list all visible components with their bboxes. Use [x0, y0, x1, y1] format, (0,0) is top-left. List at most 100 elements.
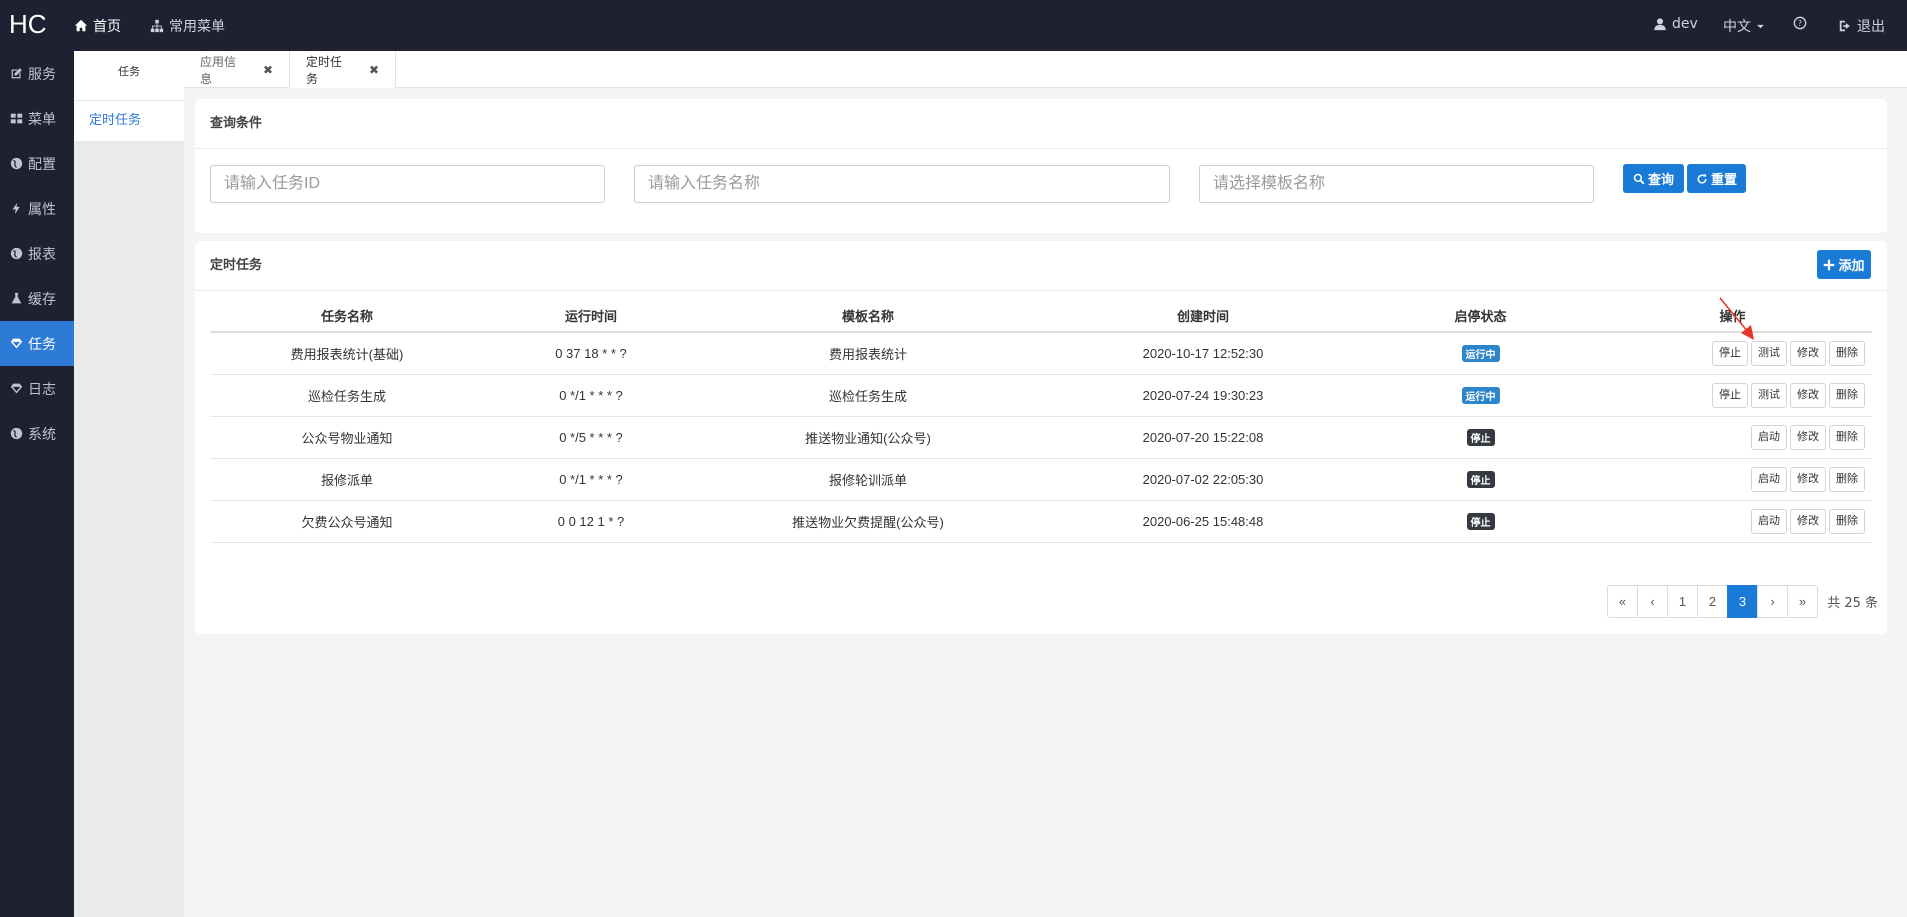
edit-button[interactable]: 修改	[1790, 508, 1826, 534]
cron-cell: 0 */1 * * * ?	[484, 458, 698, 501]
column-header: 任务名称	[210, 299, 484, 333]
caret-down-icon	[1757, 24, 1764, 28]
sidebar-item-label: 菜单	[28, 111, 56, 128]
edit-button[interactable]: 修改	[1790, 382, 1826, 408]
test-button[interactable]: 测试	[1751, 382, 1787, 408]
start-button[interactable]: 启动	[1751, 466, 1787, 492]
page-next[interactable]: ›	[1757, 585, 1788, 618]
main-sidebar: 服务 菜单 配置 属性 报表 缓存 任务 日志 系统	[0, 51, 74, 917]
page-first[interactable]: «	[1607, 585, 1638, 618]
template-name-cell: 巡检任务生成	[698, 374, 1038, 417]
search-button[interactable]: 查询	[1623, 164, 1684, 193]
edit-button[interactable]: 修改	[1790, 466, 1826, 492]
task-id-input[interactable]	[210, 165, 605, 203]
sidebar-item-service[interactable]: 服务	[0, 51, 74, 96]
page-number[interactable]: 1	[1667, 585, 1698, 618]
cron-cell: 0 */5 * * * ?	[484, 416, 698, 459]
sidebar-item-label: 日志	[28, 381, 56, 398]
created-time-cell: 2020-07-24 19:30:23	[1038, 374, 1368, 417]
delete-button[interactable]: 删除	[1829, 424, 1865, 450]
nav-home[interactable]: 首页	[74, 16, 121, 36]
help-button[interactable]: ?	[1793, 16, 1807, 30]
stop-button[interactable]: 停止	[1712, 382, 1748, 408]
close-icon[interactable]: ✖	[263, 63, 273, 77]
svg-text:?: ?	[1798, 19, 1802, 28]
flask-icon	[11, 292, 22, 304]
brand-logo[interactable]: HC	[9, 9, 47, 40]
sidebar-item-menu[interactable]: 菜单	[0, 96, 74, 141]
status-cell: 停止	[1368, 500, 1593, 543]
sub-sidebar-item-scheduled-task[interactable]: 定时任务	[74, 101, 184, 141]
sign-out-icon	[1839, 20, 1850, 32]
sitemap-icon	[150, 19, 164, 33]
query-panel: 查询条件 查询 重置	[195, 99, 1887, 233]
status-badge: 停止	[1466, 470, 1495, 488]
sidebar-item-cache[interactable]: 缓存	[0, 276, 74, 321]
pagination: « ‹ 1 2 3 › »	[1607, 585, 1818, 618]
delete-button[interactable]: 删除	[1829, 340, 1865, 366]
start-button[interactable]: 启动	[1751, 424, 1787, 450]
nav-common-menu[interactable]: 常用菜单	[150, 16, 225, 36]
start-button[interactable]: 启动	[1751, 508, 1787, 534]
reset-button[interactable]: 重置	[1687, 164, 1746, 193]
user-menu[interactable]: dev	[1653, 16, 1698, 32]
table-row: 费用报表统计(基础) 0 37 18 * * ? 费用报表统计 2020-10-17 …	[210, 332, 1872, 375]
edit-button[interactable]: 修改	[1790, 340, 1826, 366]
page-number[interactable]: 2	[1697, 585, 1728, 618]
status-cell: 停止	[1368, 416, 1593, 459]
nav-common-menu-label: 常用菜单	[169, 19, 225, 35]
close-icon[interactable]: ✖	[369, 63, 379, 77]
edit-button[interactable]: 修改	[1790, 424, 1826, 450]
page-last[interactable]: »	[1787, 585, 1818, 618]
sidebar-item-task[interactable]: 任务	[0, 321, 74, 366]
sidebar-item-label: 缓存	[28, 291, 56, 308]
status-cell: 运行中	[1368, 374, 1593, 417]
task-name-cell: 公众号物业通知	[210, 416, 484, 459]
refresh-icon	[1697, 173, 1707, 184]
search-icon	[1633, 173, 1645, 185]
created-time-cell: 2020-07-02 22:05:30	[1038, 458, 1368, 501]
actions-cell: 启动 修改 删除	[1593, 458, 1872, 501]
task-panel-title: 定时任务	[195, 241, 1887, 291]
grid-icon	[10, 113, 23, 124]
stop-button[interactable]: 停止	[1712, 340, 1748, 366]
table-row: 报修派单 0 */1 * * * ? 报修轮训派单 2020-07-02 22:05:…	[210, 458, 1872, 501]
template-name-cell: 推送物业欠费提醒(公众号)	[698, 500, 1038, 543]
task-name-cell: 欠费公众号通知	[210, 500, 484, 543]
sidebar-item-label: 报表	[28, 246, 56, 263]
add-button-label: 添加	[1838, 258, 1865, 273]
reset-button-label: 重置	[1710, 172, 1737, 187]
sidebar-item-config[interactable]: 配置	[0, 141, 74, 186]
sidebar-item-log[interactable]: 日志	[0, 366, 74, 411]
sidebar-item-system[interactable]: 系统	[0, 411, 74, 456]
sidebar-item-label: 属性	[28, 201, 56, 218]
status-cell: 停止	[1368, 458, 1593, 501]
created-time-cell: 2020-07-20 15:22:08	[1038, 416, 1368, 459]
logout-label: 退出	[1857, 19, 1885, 35]
task-name-cell: 巡检任务生成	[210, 374, 484, 417]
delete-button[interactable]: 删除	[1829, 508, 1865, 534]
add-task-button[interactable]: 添加	[1817, 250, 1871, 279]
delete-button[interactable]: 删除	[1829, 466, 1865, 492]
total-count: 共 25 条	[1827, 596, 1878, 611]
language-dropdown[interactable]: 中文	[1723, 16, 1765, 36]
page-prev[interactable]: ‹	[1637, 585, 1668, 618]
actions-cell: 启动 修改 删除	[1593, 500, 1872, 543]
sidebar-item-report[interactable]: 报表	[0, 231, 74, 276]
created-time-cell: 2020-10-17 12:52:30	[1038, 332, 1368, 375]
logout-button[interactable]: 退出	[1838, 16, 1885, 36]
task-name-cell: 费用报表统计(基础)	[210, 332, 484, 375]
column-header: 创建时间	[1038, 299, 1368, 333]
top-navbar: HC 首页 常用菜单 dev 中文 ? 退出	[0, 0, 1907, 51]
sidebar-item-attribute[interactable]: 属性	[0, 186, 74, 231]
page-current[interactable]: 3	[1727, 585, 1758, 618]
delete-button[interactable]: 删除	[1829, 382, 1865, 408]
globe-icon	[10, 157, 23, 170]
task-name-input[interactable]	[634, 165, 1170, 203]
globe-icon	[10, 427, 23, 440]
template-name-select[interactable]	[1199, 165, 1594, 203]
tab-app-info[interactable]: 应用信息 ✖	[184, 51, 290, 88]
status-badge: 停止	[1466, 512, 1495, 530]
tab-scheduled-task[interactable]: 定时任务 ✖	[290, 51, 396, 88]
test-button[interactable]: 测试	[1751, 340, 1787, 366]
